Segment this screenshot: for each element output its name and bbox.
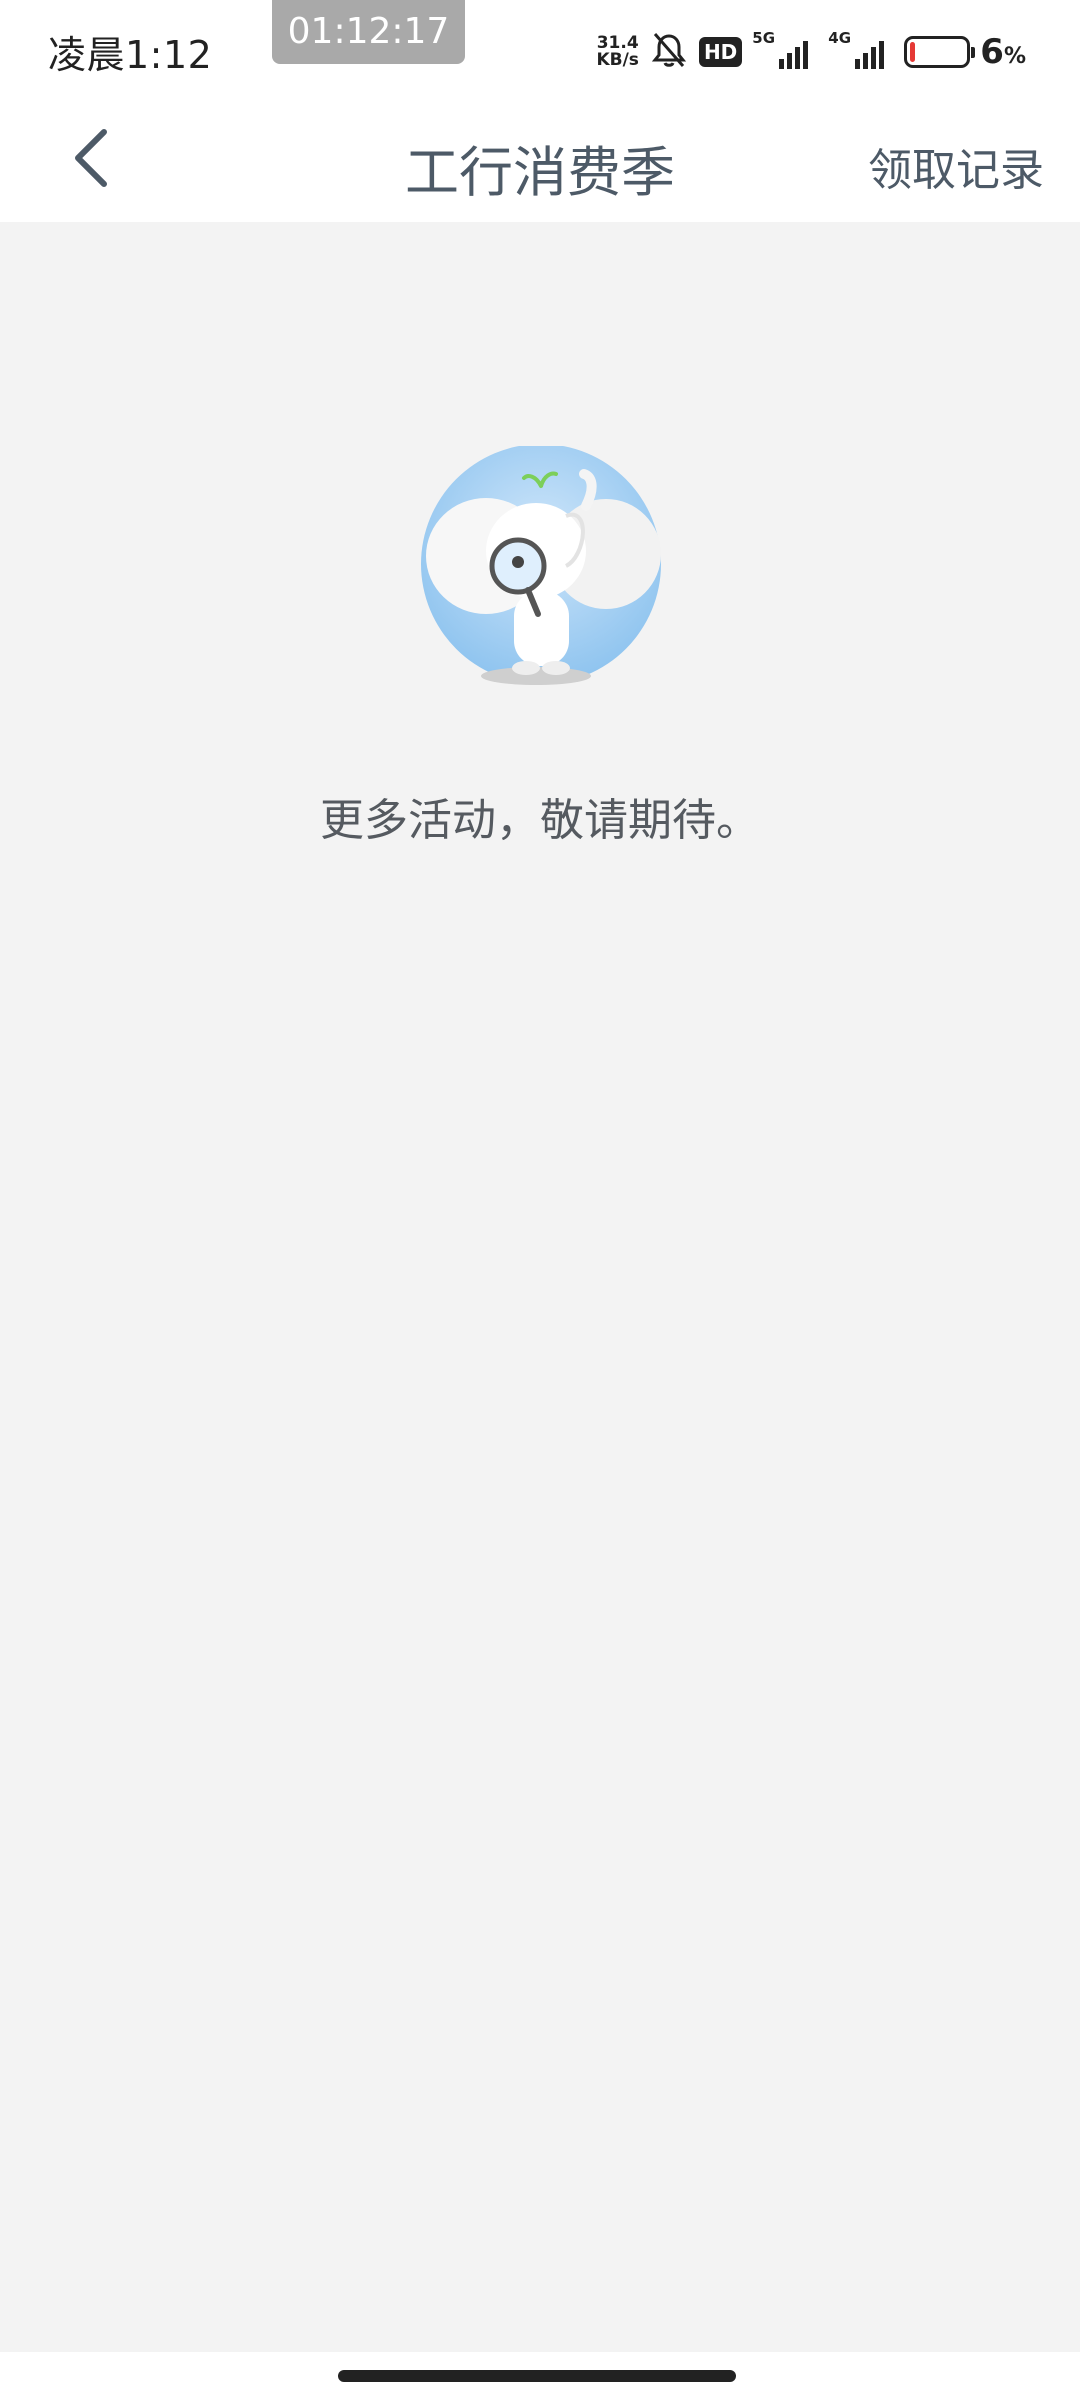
battery-percentage: 6% [980, 32, 1026, 72]
status-bar: 凌晨1:12 01:12:17 31.4 KB/s HD 5G 4G 6% [0, 0, 1080, 100]
content-area: 更多活动，敬请期待。 [0, 222, 1080, 2352]
empty-state-message: 更多活动，敬请期待。 [320, 795, 760, 846]
home-indicator[interactable] [338, 2370, 736, 2382]
battery-level-fill [910, 42, 916, 62]
signal-4g-icon: 4G [828, 29, 894, 69]
screen-recording-timer[interactable]: 01:12:17 [272, 0, 465, 64]
gesture-bar-area [0, 2352, 1080, 2400]
network-speed-unit: KB/s [596, 50, 639, 70]
signal-5g-label: 5G [752, 29, 776, 47]
navigation-bar: 工行消费季 领取记录 [0, 100, 1080, 222]
status-icons: 31.4 KB/s HD 5G 4G 6% [596, 28, 1026, 76]
elephant-mascot-illustration [416, 444, 666, 696]
signal-5g-icon: 5G [752, 29, 818, 69]
bell-muted-icon [649, 30, 689, 74]
signal-4g-label: 4G [828, 29, 852, 47]
hd-voice-badge: HD [698, 37, 743, 67]
claim-records-button[interactable]: 领取记录 [868, 134, 1044, 198]
network-speed: 31.4 KB/s [596, 35, 638, 69]
battery-icon [904, 36, 976, 68]
status-time: 凌晨1:12 [48, 33, 213, 77]
